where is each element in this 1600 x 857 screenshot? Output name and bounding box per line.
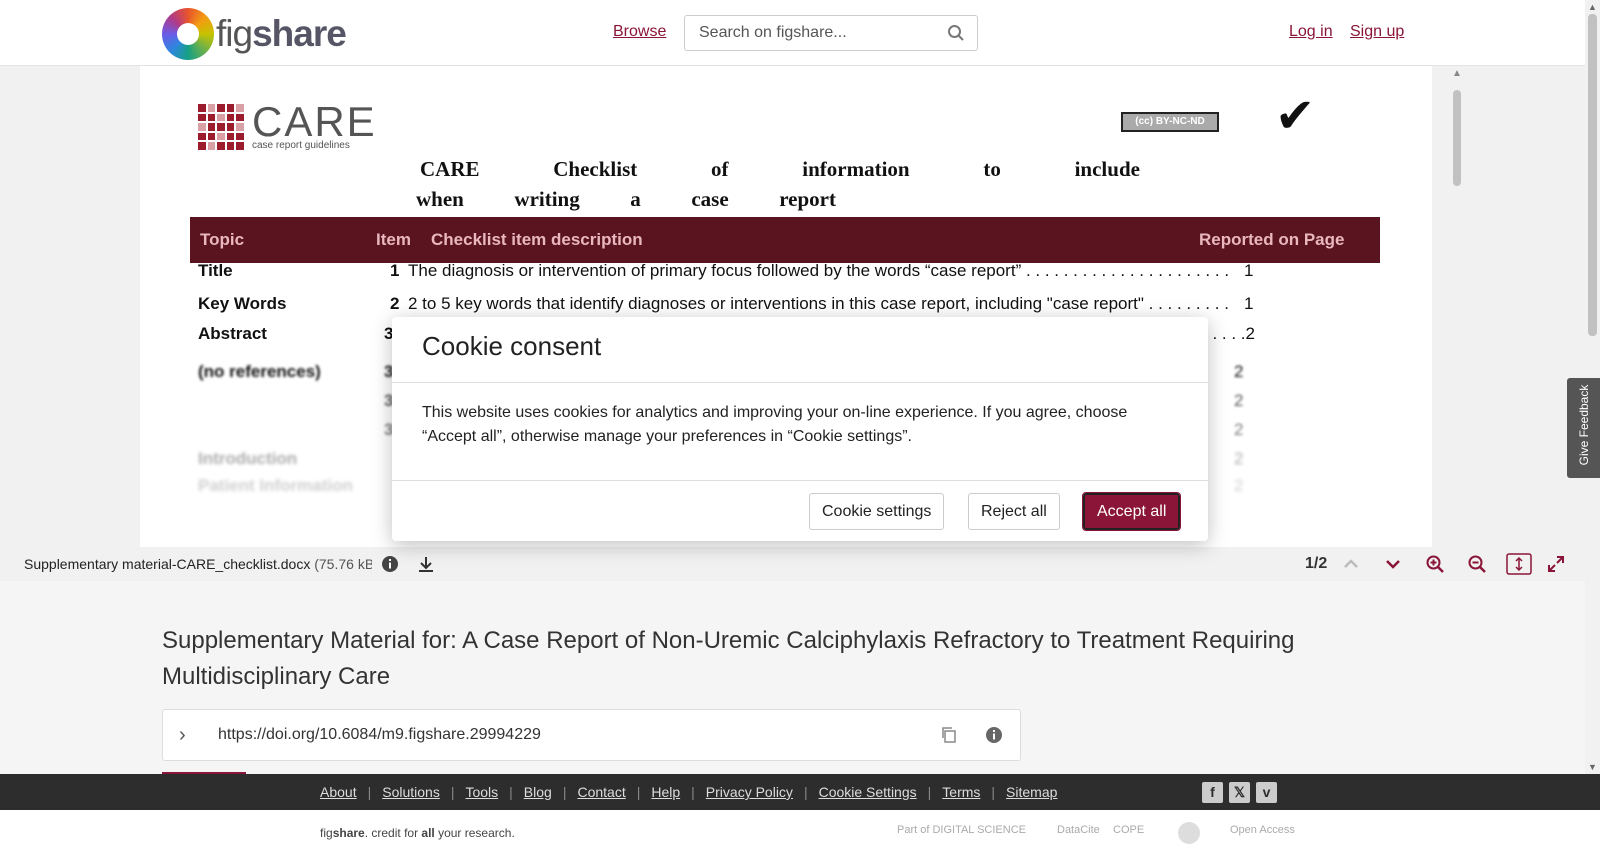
cookie-settings-button[interactable]: Cookie settings bbox=[809, 493, 945, 530]
reject-all-button[interactable]: Reject all bbox=[968, 493, 1060, 530]
cookie-dialog-title: Cookie consent bbox=[422, 331, 602, 361]
accept-all-button[interactable]: Accept all bbox=[1081, 492, 1182, 531]
cookie-consent-dialog: Cookie consent This website uses cookies… bbox=[392, 317, 1208, 541]
cookie-overlay: Cookie consent This website uses cookies… bbox=[0, 0, 1600, 857]
cookie-dialog-text: This website uses cookies for analytics … bbox=[422, 404, 1128, 445]
